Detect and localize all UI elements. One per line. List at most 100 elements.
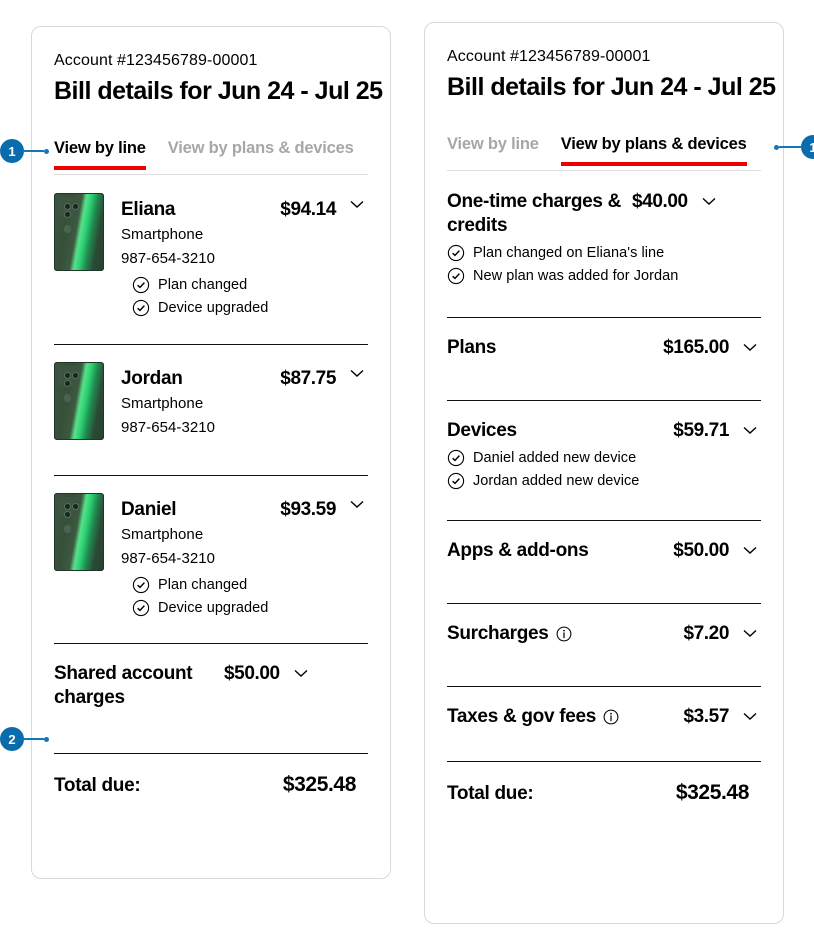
device-type: Smartphone: [121, 526, 204, 543]
section-label: Taxes & gov fees: [447, 706, 597, 727]
section-row-devices[interactable]: Devices $59.71: [447, 401, 761, 443]
chevron-down-icon[interactable]: [346, 193, 368, 215]
line-item[interactable]: Daniel $93.59 Smartphone 987-654-3210 Pl…: [54, 476, 368, 617]
callout-leader-line: [779, 146, 801, 148]
phone-number: 987-654-3210: [121, 419, 216, 436]
check-circle-icon: [447, 472, 465, 490]
chevron-down-icon[interactable]: [739, 539, 761, 561]
section-amount: $40.00: [632, 191, 688, 212]
chevron-down-icon[interactable]: [739, 622, 761, 644]
callout-marker-1-left: 1: [0, 139, 49, 163]
section-amount: $50.00: [673, 540, 729, 561]
check-circle-icon: [132, 576, 150, 594]
callout-number: 1: [0, 139, 24, 163]
status-badge: Device upgraded: [132, 299, 368, 317]
line-holder-name: Eliana: [121, 199, 176, 220]
phone-number: 987-654-3210: [121, 250, 216, 267]
section-badges: Daniel added new device Jordan added new…: [447, 449, 761, 490]
chevron-down-icon[interactable]: [698, 190, 720, 212]
status-badge-label: Plan changed: [158, 277, 248, 293]
total-due-label: Total due:: [447, 783, 534, 804]
total-due-amount: $325.48: [282, 773, 357, 796]
callout-leader-line: [24, 150, 44, 152]
view-by-plans-devices-tab[interactable]: View by plans & devices: [168, 139, 354, 170]
page-title: Bill details for Jun 24 - Jul 25: [54, 77, 383, 105]
section-amount: $7.20: [683, 623, 729, 644]
status-badge: New plan was added for Jordan: [447, 267, 761, 285]
line-item[interactable]: Jordan $87.75 Smartphone 987-654-3210: [54, 345, 368, 440]
section-row-one-time-charges[interactable]: One-time charges & credits $40.00: [447, 172, 761, 238]
chevron-down-icon[interactable]: [739, 705, 761, 727]
line-holder-name: Daniel: [121, 499, 177, 520]
section-badges: Plan changed on Eliana's line New plan w…: [447, 244, 761, 285]
status-badge-label: New plan was added for Jordan: [473, 268, 679, 284]
shared-account-charges-row[interactable]: Shared account charges $50.00: [54, 644, 368, 710]
section-label: Devices: [447, 420, 517, 441]
tabs-rule: [54, 174, 368, 175]
section-row-surcharges[interactable]: Surcharges $7.20: [447, 604, 761, 646]
status-badge-label: Daniel added new device: [473, 450, 637, 466]
view-by-line-tab[interactable]: View by line: [54, 139, 146, 170]
device-type: Smartphone: [121, 226, 204, 243]
callout-end-dot: [44, 736, 49, 742]
bill-details-card-by-line: Account #123456789-00001 Bill details fo…: [31, 26, 391, 879]
total-due-row: Total due: $325.48: [54, 754, 368, 797]
view-by-plans-devices-tab[interactable]: View by plans & devices: [560, 135, 747, 166]
line-item[interactable]: Eliana $94.14 Smartphone 987-654-3210 Pl…: [54, 176, 368, 317]
line-amount: $87.75: [280, 368, 336, 389]
chevron-down-icon[interactable]: [739, 419, 761, 441]
status-badge-label: Jordan added new device: [473, 473, 640, 489]
view-by-line-tab[interactable]: View by line: [447, 135, 539, 166]
phone-number: 987-654-3210: [121, 550, 216, 567]
section-row-plans[interactable]: Plans $165.00: [447, 318, 761, 360]
section-row-taxes-gov-fees[interactable]: Taxes & gov fees $3.57: [447, 687, 761, 729]
section-amount: $3.57: [683, 706, 729, 727]
check-circle-icon: [447, 244, 465, 262]
chevron-down-icon[interactable]: [739, 336, 761, 358]
account-number: Account #123456789-00001: [54, 52, 258, 69]
section-label: Apps & add-ons: [447, 540, 589, 561]
check-circle-icon: [447, 449, 465, 467]
section-label-wrap: Surcharges: [447, 622, 683, 646]
status-badge: Plan changed: [132, 276, 368, 294]
bill-details-card-by-plans-devices: Account #123456789-00001 Bill details fo…: [424, 22, 784, 924]
account-number: Account #123456789-00001: [447, 48, 651, 65]
total-due-row: Total due: $325.48: [447, 762, 761, 805]
chevron-down-icon[interactable]: [346, 493, 368, 515]
shared-account-charges-label: Shared account charges: [54, 663, 193, 708]
callout-marker-2-left: 2: [0, 727, 49, 751]
chevron-down-icon[interactable]: [290, 662, 312, 684]
check-circle-icon: [447, 267, 465, 285]
info-circle-icon[interactable]: [603, 709, 619, 725]
status-badge: Plan changed: [132, 576, 368, 594]
callout-end-dot: [44, 148, 49, 154]
status-badge: Daniel added new device: [447, 449, 761, 467]
callout-marker-1-right: 1: [774, 135, 814, 159]
total-due-label: Total due:: [54, 775, 141, 796]
status-badge-label: Plan changed: [158, 577, 248, 593]
info-circle-icon[interactable]: [556, 626, 572, 642]
shared-account-charges-amount: $50.00: [224, 663, 280, 684]
section-amount: $165.00: [663, 337, 729, 358]
line-amount: $93.59: [280, 499, 336, 520]
line-badges: Plan changed Device upgraded: [121, 576, 368, 617]
device-thumbnail: [54, 362, 104, 440]
status-badge: Jordan added new device: [447, 472, 761, 490]
device-thumbnail: [54, 493, 104, 571]
section-amount: $59.71: [673, 420, 729, 441]
page-title: Bill details for Jun 24 - Jul 25: [447, 73, 776, 101]
check-circle-icon: [132, 599, 150, 617]
view-tabs: View by line View by plans & devices: [447, 135, 761, 172]
chevron-down-icon[interactable]: [346, 362, 368, 384]
camera-module-icon: [58, 497, 79, 518]
status-badge: Plan changed on Eliana's line: [447, 244, 761, 262]
line-badges: Plan changed Device upgraded: [121, 276, 368, 317]
section-label: Surcharges: [447, 623, 549, 644]
line-amount: $94.14: [280, 199, 336, 220]
status-badge-label: Device upgraded: [158, 600, 269, 616]
status-badge-label: Plan changed on Eliana's line: [473, 245, 665, 261]
section-row-apps-addons[interactable]: Apps & add-ons $50.00: [447, 521, 761, 563]
device-type: Smartphone: [121, 395, 204, 412]
check-circle-icon: [132, 299, 150, 317]
section-label: Plans: [447, 337, 497, 358]
